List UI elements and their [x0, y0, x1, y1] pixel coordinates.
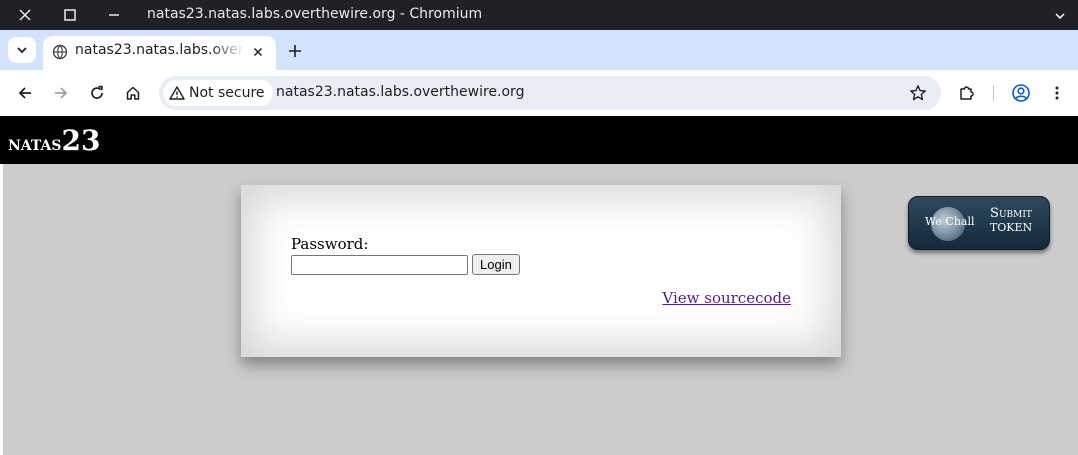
submit-token-label: Submit TOKEN	[985, 207, 1037, 235]
close-icon	[19, 9, 31, 21]
site-header: natas23	[0, 116, 1078, 164]
page-viewport: natas23 Password: Login View sourcecode …	[0, 116, 1078, 455]
plus-icon	[289, 45, 301, 57]
warning-icon	[169, 86, 185, 100]
star-icon	[910, 85, 926, 101]
password-input[interactable]	[291, 254, 468, 275]
bookmark-star-button[interactable]	[909, 84, 927, 106]
address-bar[interactable]: Not secure natas23.natas.labs.overthewir…	[159, 76, 941, 110]
close-icon	[253, 47, 263, 57]
submit-token-line1: Submit	[990, 206, 1032, 221]
new-tab-button[interactable]	[283, 39, 307, 63]
window-titlebar: natas23.natas.labs.overthewire.org - Chr…	[0, 0, 1078, 30]
browser-toolbar: Not secure natas23.natas.labs.overthewir…	[0, 70, 1078, 116]
home-button[interactable]	[121, 81, 145, 105]
back-button[interactable]	[13, 81, 37, 105]
tab-close-button[interactable]	[250, 44, 266, 64]
globe-icon	[52, 44, 68, 64]
logo-number: 23	[61, 124, 101, 157]
window-menu-button[interactable]	[1054, 7, 1066, 26]
view-sourcecode-link[interactable]: View sourcecode	[662, 289, 791, 307]
login-form: Password: Login	[291, 235, 520, 275]
close-window-button[interactable]	[10, 0, 40, 30]
reload-icon	[91, 85, 103, 99]
submit-token-button[interactable]: We Chall Submit TOKEN	[908, 196, 1050, 250]
puzzle-icon	[960, 86, 974, 100]
logo-name: natas	[8, 131, 62, 155]
extensions-button[interactable]	[955, 81, 979, 105]
home-icon	[126, 86, 140, 100]
arrow-right-icon	[55, 87, 68, 99]
tab-active[interactable]: natas23.natas.labs.overthewire.org	[43, 36, 276, 70]
site-logo: natas23	[8, 124, 101, 157]
maximize-window-button[interactable]	[55, 0, 85, 30]
window-title: natas23.natas.labs.overthewire.org - Chr…	[147, 6, 483, 22]
login-button[interactable]: Login	[472, 254, 520, 275]
toolbar-divider	[993, 85, 994, 101]
security-label: Not secure	[189, 85, 265, 101]
forward-button[interactable]	[49, 81, 73, 105]
account-icon	[1012, 84, 1030, 102]
minimize-window-button[interactable]	[99, 0, 129, 30]
chevron-down-icon	[1055, 13, 1065, 20]
chevron-down-icon	[17, 47, 27, 54]
reload-button[interactable]	[85, 81, 109, 105]
password-label: Password:	[291, 235, 369, 253]
minimize-icon	[109, 14, 119, 16]
page-left-edge	[0, 164, 3, 455]
arrow-left-icon	[18, 87, 31, 99]
maximize-icon	[64, 9, 76, 21]
content-panel: Password: Login View sourcecode	[241, 185, 841, 357]
profile-button[interactable]	[1009, 81, 1033, 105]
wechall-brand: We Chall	[925, 215, 975, 228]
more-vertical-icon	[1055, 86, 1059, 100]
tab-title: natas23.natas.labs.overthewire.org	[75, 42, 245, 58]
tab-search-button[interactable]	[8, 37, 36, 63]
chrome-menu-button[interactable]	[1045, 81, 1069, 105]
url-text[interactable]: natas23.natas.labs.overthewire.org	[276, 84, 524, 100]
site-security-chip[interactable]: Not secure	[163, 80, 273, 106]
submit-token-line2: TOKEN	[989, 221, 1033, 234]
tab-strip: natas23.natas.labs.overthewire.org	[0, 30, 1078, 70]
